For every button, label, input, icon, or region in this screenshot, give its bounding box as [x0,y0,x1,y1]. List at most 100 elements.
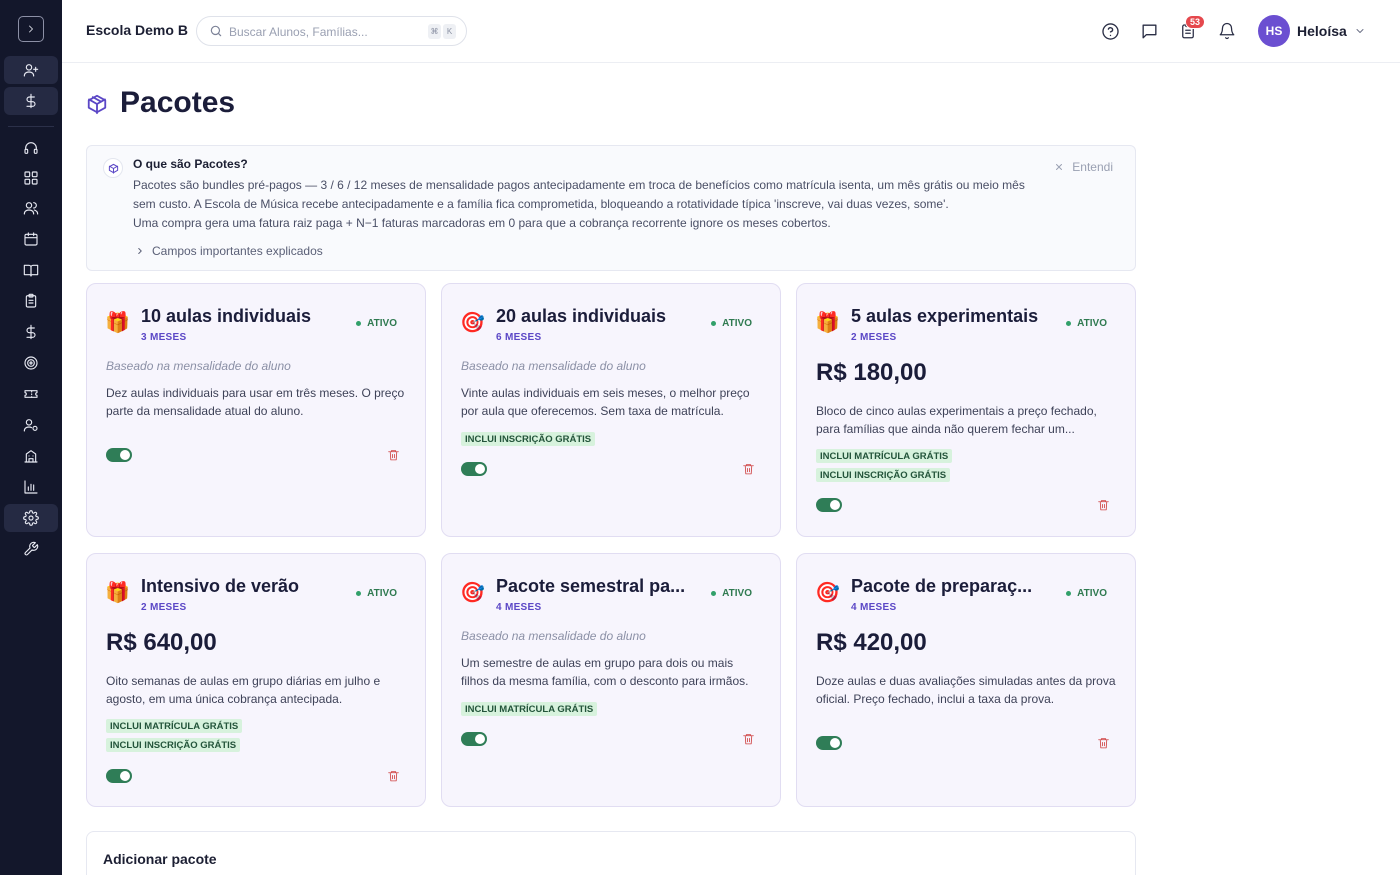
info-text: Pacotes são bundles pré-pagos — 3 / 6 / … [133,176,1043,233]
delete-button[interactable] [387,769,400,788]
sidebar-item-school[interactable] [4,442,58,470]
sidebar-item-settings[interactable] [4,504,58,532]
calendar-icon [24,232,38,246]
package-active-toggle[interactable] [106,448,132,462]
trash-icon [1098,500,1109,511]
package-price: R$ 420,00 [816,629,927,656]
headset-icon [24,142,38,154]
dismiss-button[interactable]: Entendi [1054,160,1113,174]
status-label: ATIVO [722,588,752,599]
sidebar-item-dashboard[interactable] [4,164,58,192]
user-name[interactable]: Heloísa [1297,23,1347,39]
status-dot [1066,321,1072,326]
trash-icon [388,450,399,461]
sidebar-item-tools[interactable] [4,535,58,563]
target-icon: 🎯 [815,582,840,604]
package-description: Oito semanas de aulas em grupo diárias e… [106,674,381,706]
status-badge: ATIVO [356,588,397,599]
add-package-title: Adicionar pacote [103,851,217,867]
chevron-down-icon[interactable] [1354,25,1366,37]
help-button[interactable] [1099,20,1121,42]
user-settings-icon [23,419,38,432]
target-icon: 🎯 [460,582,485,604]
package-duration: 2 MESES [141,602,187,613]
status-dot [356,321,362,326]
package-title: Pacote de preparaç... [851,576,1033,596]
package-description: Um semestre de aulas em grupo para dois … [461,656,749,688]
status-label: ATIVO [367,588,397,599]
book-icon [23,264,39,277]
sidebar-item-students[interactable] [4,194,58,222]
package-price-basis: Baseado na mensalidade do aluno [106,359,291,373]
package-icon [87,94,107,115]
package-card[interactable]: 🎯 20 aulas individuais 6 MESES ATIVO Bas… [441,283,781,537]
benefit-tag: INCLUI INSCRIÇÃO GRÁTIS [461,432,596,446]
gear-icon [23,510,39,526]
package-description: Dez aulas individuais para usar em três … [106,386,405,418]
package-active-toggle[interactable] [106,769,132,783]
sidebar-item-calendar[interactable] [4,225,58,253]
tasks-count-badge: 53 [1185,15,1205,29]
gift-icon: 🎁 [105,312,130,334]
status-dot [356,591,362,596]
package-card[interactable]: 🎯 Pacote de preparaç... 4 MESES ATIVO R$… [796,553,1136,807]
delete-button[interactable] [1097,498,1110,517]
bell-icon [1219,22,1235,40]
shortcut-key-k: K [443,24,456,39]
package-duration: 2 MESES [851,332,897,343]
benefit-tag: INCLUI INSCRIÇÃO GRÁTIS [816,468,951,482]
sidebar-item-payments[interactable] [4,87,58,115]
package-price: R$ 180,00 [816,359,927,386]
delete-button[interactable] [1097,736,1110,755]
dashboard-icon [24,171,38,185]
delete-button[interactable] [742,732,755,751]
help-icon [1101,22,1119,40]
sidebar-item-tickets[interactable] [4,380,58,408]
package-description: Vinte aulas individuais em seis meses, o… [461,386,750,418]
important-fields-toggle[interactable]: Campos importantes explicados [135,244,323,258]
package-card[interactable]: 🎁 5 aulas experimentais 2 MESES ATIVO R$… [796,283,1136,537]
sidebar-item-tasks[interactable] [4,287,58,315]
package-active-toggle[interactable] [816,498,842,512]
package-title: Intensivo de verão [141,576,300,596]
global-search[interactable]: ⌘ K [196,16,467,46]
sidebar-expand-button[interactable] [18,16,44,42]
important-fields-label: Campos importantes explicados [152,244,323,258]
sidebar-item-staff[interactable] [4,411,58,439]
package-active-toggle[interactable] [461,462,487,476]
avatar[interactable]: HS [1258,15,1290,47]
package-active-toggle[interactable] [816,736,842,750]
package-duration: 4 MESES [496,602,542,613]
sidebar-item-support[interactable] [4,134,58,162]
status-dot [711,591,717,596]
package-card[interactable]: 🎁 Intensivo de verão 2 MESES ATIVO R$ 64… [86,553,426,807]
messages-button[interactable] [1138,20,1160,42]
gift-icon: 🎁 [105,582,130,604]
users-icon [23,202,39,215]
package-card[interactable]: 🎁 10 aulas individuais 3 MESES ATIVO Bas… [86,283,426,537]
sidebar-item-finance[interactable] [4,318,58,346]
notifications-button[interactable] [1216,20,1238,42]
search-input[interactable] [229,23,419,41]
school-name[interactable]: Escola Demo B [86,22,188,38]
benefit-tag: INCLUI MATRÍCULA GRÁTIS [461,702,598,716]
dollar-icon [26,93,36,109]
page-title: Pacotes [120,86,236,119]
sidebar-item-goals[interactable] [4,349,58,377]
package-card[interactable]: 🎯 Pacote semestral pa... 4 MESES ATIVO B… [441,553,781,807]
sidebar-item-courses[interactable] [4,256,58,284]
benefit-tag: INCLUI MATRÍCULA GRÁTIS [106,719,243,733]
package-title: 5 aulas experimentais [851,306,1039,326]
sidebar-item-reports[interactable] [4,473,58,501]
status-dot [711,321,717,326]
package-price-basis: Baseado na mensalidade do aluno [461,629,646,643]
package-duration: 6 MESES [496,332,542,343]
delete-button[interactable] [387,448,400,467]
trash-icon [388,771,399,782]
package-icon [108,163,118,174]
package-price: R$ 640,00 [106,629,217,656]
shortcut-key-cmd: ⌘ [428,24,441,39]
delete-button[interactable] [742,462,755,481]
sidebar-item-add-student[interactable] [4,56,58,84]
package-active-toggle[interactable] [461,732,487,746]
